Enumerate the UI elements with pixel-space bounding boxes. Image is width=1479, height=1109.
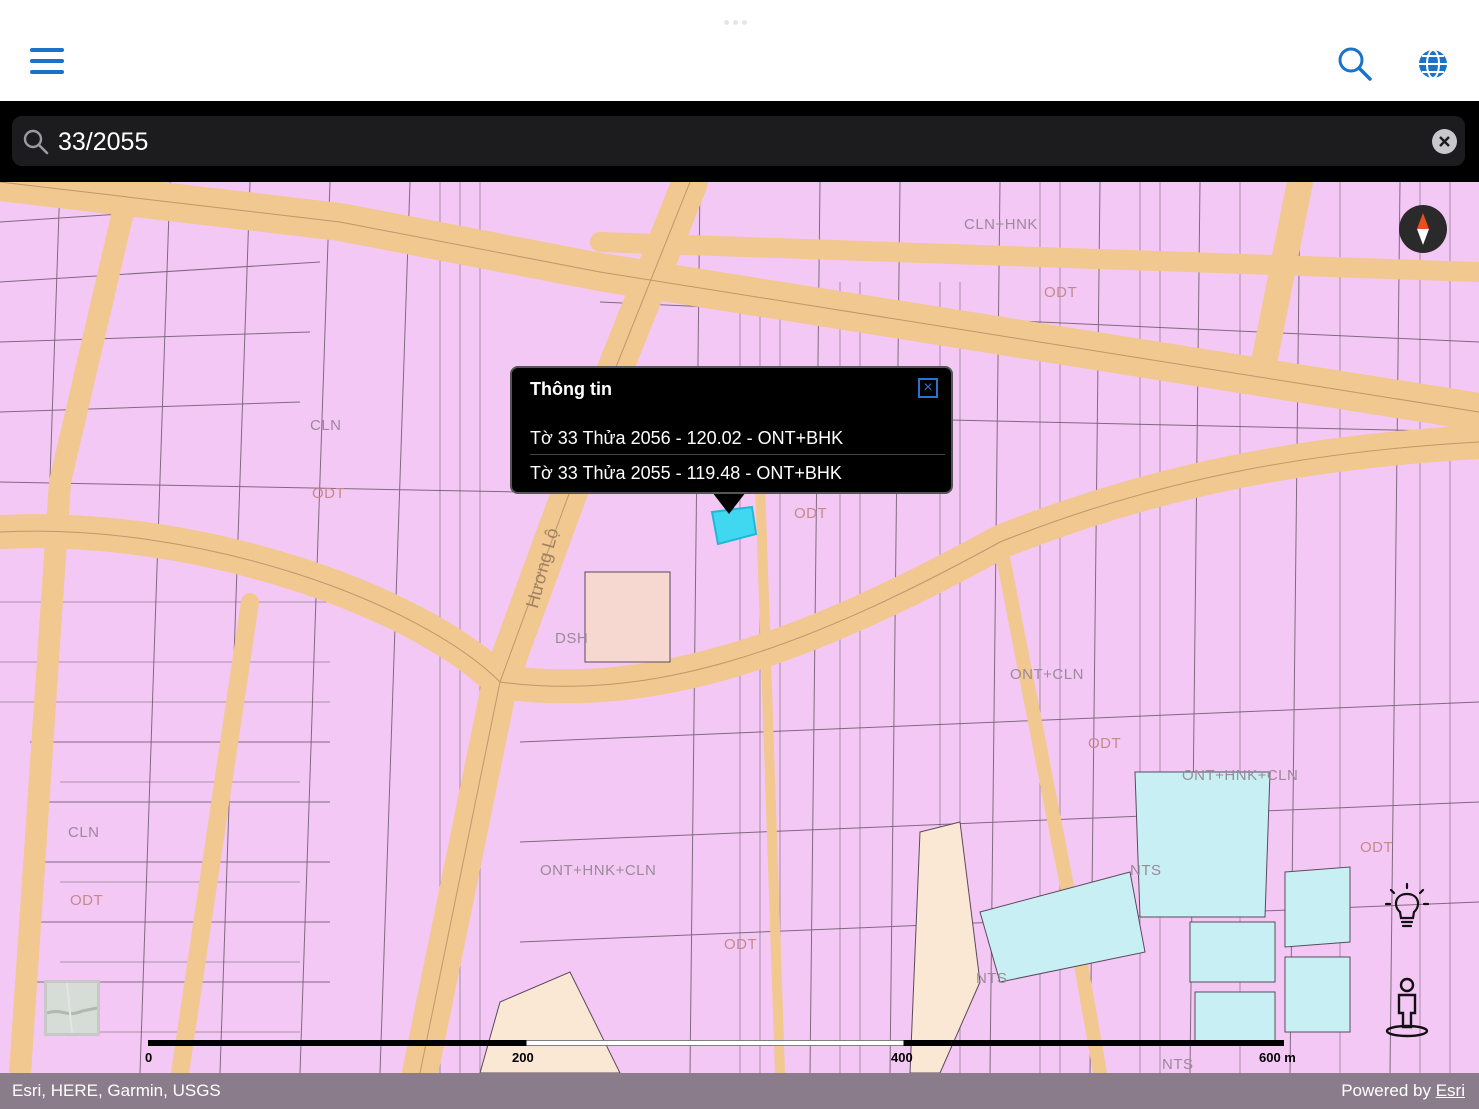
top-bar xyxy=(0,0,1479,101)
esri-link[interactable]: Esri xyxy=(1436,1081,1465,1100)
info-popup: Thông tin × Tờ 33 Thửa 2056 - 120.02 - O… xyxy=(510,366,953,494)
attribution-bar xyxy=(0,1073,1479,1109)
popup-result-row[interactable]: Tờ 33 Thửa 2056 - 120.02 - ONT+BHK xyxy=(530,428,843,449)
powered-by: Powered by Esri xyxy=(1341,1081,1465,1101)
attribution-text: Esri, HERE, Garmin, USGS xyxy=(12,1081,221,1100)
search-input[interactable] xyxy=(58,126,1408,158)
popup-title: Thông tin xyxy=(530,379,612,399)
close-icon: × xyxy=(923,379,933,396)
land-use-label: NTS xyxy=(976,970,1008,987)
clear-search-button[interactable] xyxy=(1432,129,1457,154)
compass-icon xyxy=(1417,213,1429,245)
land-use-label: ODT xyxy=(312,485,346,502)
basemap-button[interactable] xyxy=(44,980,100,1036)
search-icon xyxy=(23,129,49,155)
land-use-label: CLN xyxy=(310,417,342,434)
clear-icon xyxy=(1439,136,1450,147)
land-use-label: DSH xyxy=(555,630,589,647)
search-button[interactable] xyxy=(1335,44,1375,84)
scale-tick-label: 200 xyxy=(512,1050,534,1065)
globe-button[interactable] xyxy=(1413,44,1453,84)
popup-result-row[interactable]: Tờ 33 Thửa 2055 - 119.48 - ONT+BHK xyxy=(530,463,842,484)
popup-pointer xyxy=(712,492,746,514)
land-use-label: NTS xyxy=(1130,862,1162,879)
land-use-label: ODT xyxy=(724,936,758,953)
scale-tick-label: 400 xyxy=(891,1050,913,1065)
land-use-label: ODT xyxy=(1088,735,1122,752)
land-use-label: CLN xyxy=(68,824,100,841)
land-use-label: ODT xyxy=(1044,284,1078,301)
multitask-dots xyxy=(724,12,758,25)
land-use-label: ODT xyxy=(794,505,828,522)
menu-button[interactable] xyxy=(30,48,64,80)
hamburger-menu-icon xyxy=(30,48,64,52)
scale-tick-label: 600 m xyxy=(1259,1050,1296,1065)
powered-by-prefix: Powered by xyxy=(1341,1081,1436,1100)
popup-close-button[interactable]: × xyxy=(918,378,938,398)
popup-divider xyxy=(530,454,945,455)
street-view-person-button[interactable] xyxy=(1382,977,1432,1039)
land-use-label: ODT xyxy=(70,892,104,909)
lightbulb-button[interactable] xyxy=(1385,882,1429,932)
land-use-label: ODT xyxy=(1360,839,1394,856)
scale-tick-label: 0 xyxy=(145,1050,153,1065)
land-use-label: NTS xyxy=(1162,1056,1194,1073)
land-use-label: ONT+HNK+CLN xyxy=(540,862,657,879)
scale-bar xyxy=(148,1040,1284,1046)
land-use-label: ONT+HNK+CLN xyxy=(1182,767,1299,784)
basemap-thumbnail-icon xyxy=(46,982,98,1034)
compass-button[interactable] xyxy=(1399,205,1447,253)
land-use-label: CLN+HNK xyxy=(964,216,1038,233)
land-use-label: ONT+CLN xyxy=(1010,666,1084,683)
